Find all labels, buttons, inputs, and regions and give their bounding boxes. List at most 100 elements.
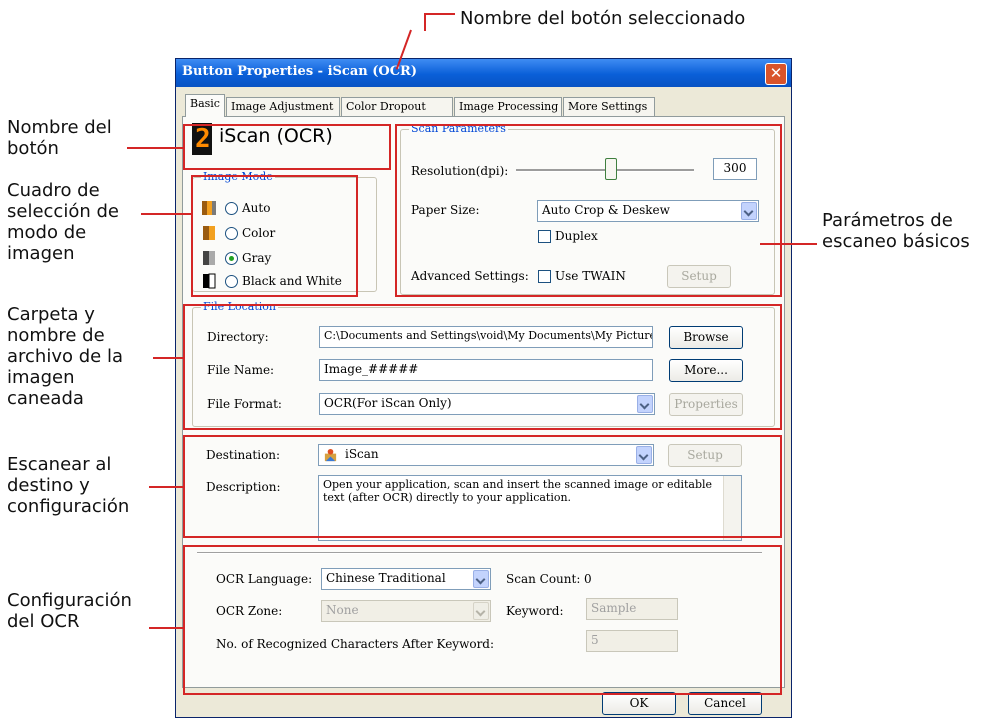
title-leader-v [424, 13, 426, 31]
button-name-annotation: Nombre del botón [7, 117, 112, 159]
auto-label: Auto [242, 201, 271, 215]
browse-button[interactable]: Browse [669, 326, 743, 349]
description-text: Open your application, scan and insert t… [323, 478, 713, 504]
color-mode-icon [203, 226, 215, 240]
tab-color-dropout[interactable]: Color Dropout [341, 97, 453, 116]
resolution-label: Resolution(dpi): [411, 164, 509, 178]
ocr-zone-select[interactable]: None [321, 600, 491, 622]
directory-input[interactable]: C:\Documents and Settings\void\My Docume… [319, 326, 653, 348]
ocr-zone-value: None [326, 603, 359, 617]
chevron-down-icon[interactable] [637, 395, 653, 413]
annotation-line: del OCR [7, 611, 80, 632]
annotation-line: destino y [7, 475, 90, 496]
button-properties-dialog: Button Properties - iScan (OCR) ✕ Basic … [175, 58, 792, 718]
image-mode-group: Image Mode Auto Color Gray Black and Whi… [192, 170, 377, 292]
annotation-line: selección de [7, 201, 119, 222]
annotation-line: Cuadro de [7, 180, 100, 201]
black-white-radio[interactable] [225, 275, 238, 288]
tab-image-adjustment[interactable]: Image Adjustment [226, 97, 340, 116]
annotation-line: archivo de la [7, 346, 123, 367]
file-format-value: OCR(For iScan Only) [324, 396, 452, 410]
properties-button[interactable]: Properties [669, 393, 743, 416]
annotation-line: imagen [7, 243, 75, 264]
title-leader-h [425, 13, 455, 15]
duplex-checkbox[interactable] [538, 230, 551, 243]
use-twain-checkbox[interactable] [538, 270, 551, 283]
file-format-select[interactable]: OCR(For iScan Only) [319, 393, 655, 415]
file-name-label: File Name: [207, 363, 275, 377]
ocr-language-label: OCR Language: [216, 572, 313, 586]
auto-mode-icon [202, 201, 216, 215]
file-format-label: File Format: [207, 397, 282, 411]
dialog-title: Button Properties - iScan (OCR) [182, 64, 418, 79]
annotation-line: modo de [7, 222, 87, 243]
file-name-input[interactable]: Image_##### [319, 359, 653, 381]
file-location-group: File Location Directory: C:\Documents an… [192, 300, 775, 427]
annotation-line: imagen [7, 367, 75, 388]
paper-size-value: Auto Crop & Deskew [542, 203, 670, 217]
chevron-down-icon[interactable] [636, 446, 652, 464]
advanced-settings-label: Advanced Settings: [411, 269, 529, 283]
file-location-legend: File Location [201, 300, 278, 313]
destination-annotation: Escanear al destino y configuración [7, 454, 129, 517]
annotation-line: Escanear al [7, 454, 112, 475]
button-name-label: iScan (OCR) [219, 125, 333, 147]
file-location-leader [153, 357, 183, 359]
annotation-line: configuración [7, 496, 130, 517]
annotation-line: nombre de [7, 325, 105, 346]
recognized-characters-label: No. of Recognized Characters After Keywo… [216, 637, 495, 651]
auto-radio[interactable] [225, 202, 238, 215]
destination-setup-button[interactable]: Setup [668, 444, 742, 467]
chevron-down-icon[interactable] [741, 202, 757, 220]
scan-parameters-legend: Scan Parameters [409, 122, 508, 135]
scan-count-label: Scan Count: [506, 572, 581, 586]
annotation-line: Configuración [7, 590, 132, 611]
more-button[interactable]: More... [669, 359, 743, 382]
gray-label: Gray [242, 251, 272, 265]
ocr-language-value: Chinese Traditional [326, 571, 446, 585]
basic-tab-page: 2 iScan (OCR) Image Mode Auto Color Gray [182, 116, 785, 688]
annotation-line: caneada [7, 388, 84, 409]
color-radio[interactable] [225, 227, 238, 240]
resolution-slider-thumb[interactable] [605, 158, 617, 180]
use-twain-label: Use TWAIN [555, 269, 626, 283]
destination-value: iScan [345, 447, 379, 461]
chevron-down-icon[interactable] [473, 570, 489, 588]
paper-size-select[interactable]: Auto Crop & Deskew [537, 200, 759, 222]
ocr-language-select[interactable]: Chinese Traditional [321, 568, 491, 590]
destination-select[interactable]: iScan [318, 444, 654, 466]
black-white-label: Black and White [242, 274, 342, 288]
scan-parameters-leader [760, 243, 817, 245]
resolution-input[interactable]: 300 [713, 158, 757, 180]
button-number-display: 2 [192, 123, 212, 155]
ocr-leader [149, 627, 183, 629]
destination-label: Destination: [206, 448, 281, 462]
button-name-leader [127, 147, 183, 149]
chevron-down-icon[interactable] [473, 602, 489, 620]
paper-size-label: Paper Size: [411, 203, 480, 217]
recognized-characters-input[interactable]: 5 [586, 630, 678, 652]
keyword-input[interactable]: Sample [586, 598, 678, 620]
tab-image-processing[interactable]: Image Processing [454, 97, 562, 116]
cancel-button[interactable]: Cancel [688, 692, 762, 715]
black-white-mode-icon [203, 273, 216, 289]
twain-setup-button[interactable]: Setup [667, 265, 731, 288]
image-mode-leader [141, 213, 191, 215]
gray-radio[interactable] [225, 252, 238, 265]
gray-mode-icon [203, 251, 215, 265]
annotation-line: Parámetros de [822, 210, 953, 231]
close-icon[interactable]: ✕ [765, 63, 787, 85]
color-label: Color [242, 226, 276, 240]
description-scrollbar[interactable] [723, 476, 741, 540]
ocr-annotation: Configuración del OCR [7, 590, 132, 632]
description-label: Description: [206, 480, 281, 494]
annotation-line: escaneo básicos [822, 231, 970, 252]
ok-button[interactable]: OK [602, 692, 676, 715]
annotation-line: Carpeta y [7, 304, 95, 325]
description-box[interactable]: Open your application, scan and insert t… [318, 475, 742, 541]
tab-more-settings[interactable]: More Settings [563, 97, 655, 116]
tab-basic[interactable]: Basic [185, 94, 225, 117]
selected-button-name-annotation: Nombre del botón seleccionado [460, 8, 745, 29]
selected-button-name-text: Nombre del botón seleccionado [460, 8, 746, 29]
duplex-label: Duplex [555, 229, 598, 243]
